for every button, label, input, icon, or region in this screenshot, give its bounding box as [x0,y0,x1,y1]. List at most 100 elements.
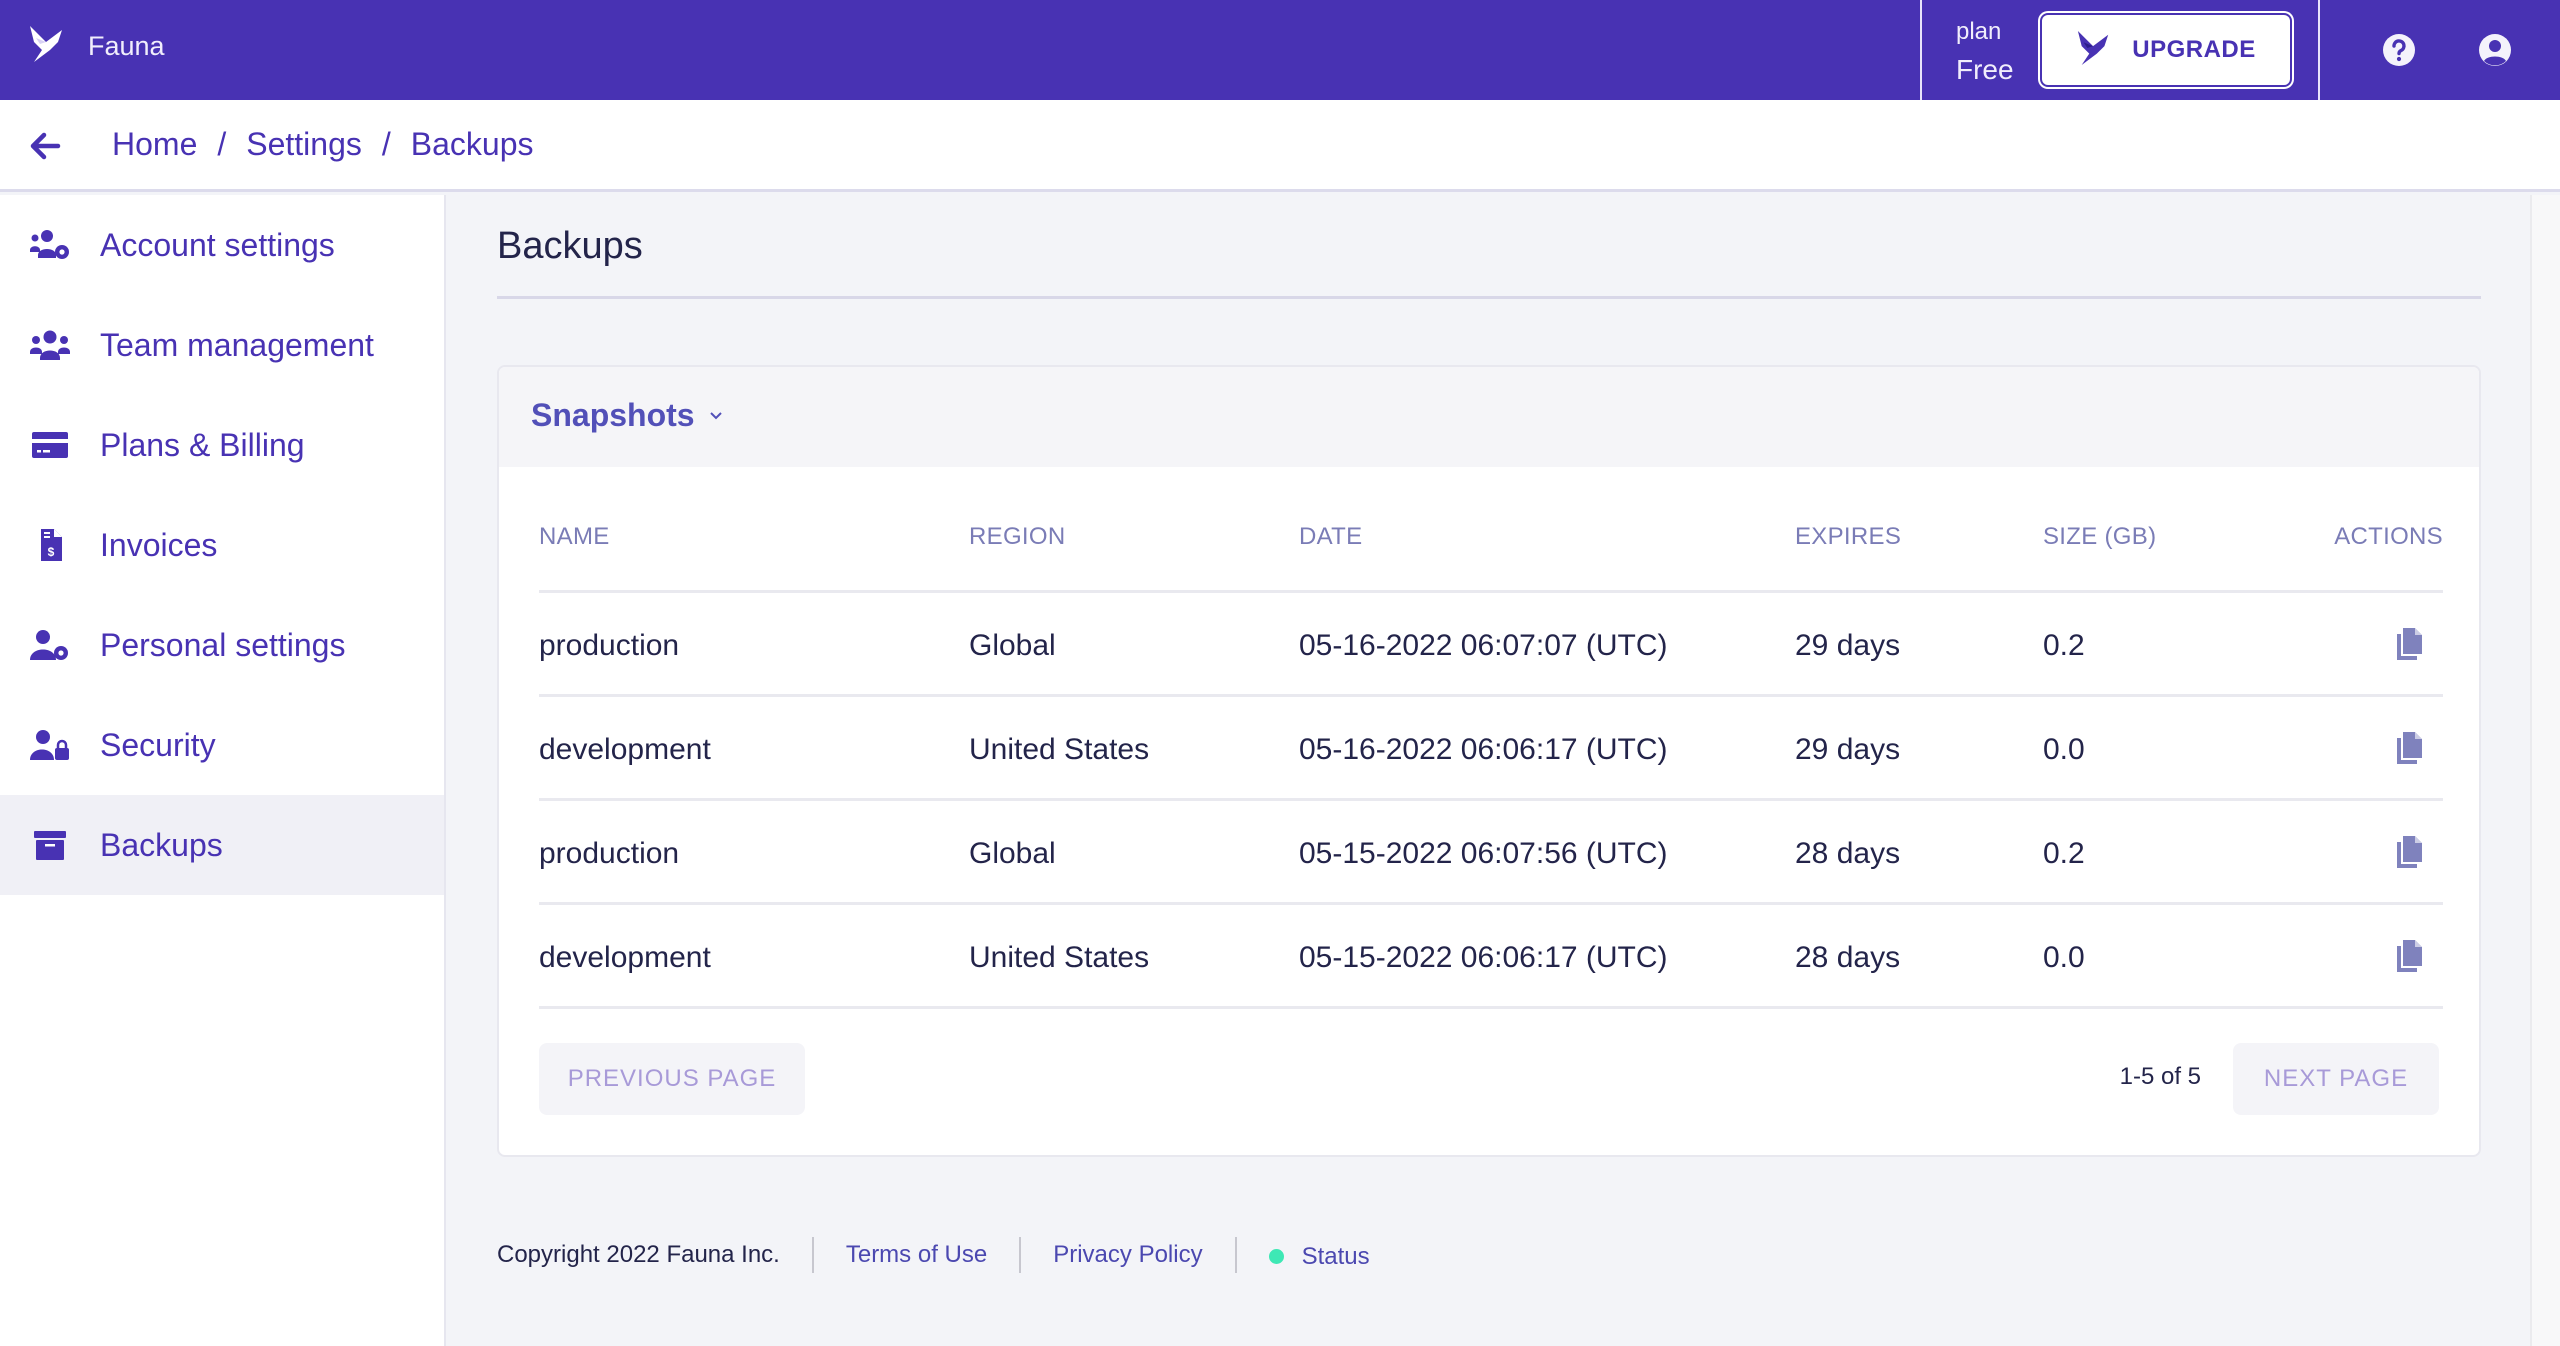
column-header-actions: ACTIONS [2334,523,2443,550]
upgrade-label: UPGRADE [2132,36,2256,63]
sidebar-item-plans-billing[interactable]: Plans & Billing [0,395,444,495]
help-circle-icon [2383,34,2415,66]
table-row: development United States 05-15-2022 06:… [539,905,2443,1009]
breadcrumb-bar: Home / Settings / Backups [0,100,2560,192]
archive-box-icon [28,827,72,863]
sidebar-item-backups[interactable]: Backups [0,795,444,895]
cell-name: production [539,629,680,662]
users-icon [28,327,72,363]
app-logo[interactable]: Fauna [28,24,165,69]
breadcrumb-separator: / [217,126,227,162]
cell-name: production [539,837,680,870]
app-name: Fauna [88,31,165,61]
copy-icon [2397,836,2422,868]
plan-section: plan Free UPGRADE [1920,0,2320,100]
user-lock-icon [28,727,72,763]
sidebar-item-team-management[interactable]: Team management [0,295,444,395]
copy-icon [2397,628,2422,660]
copy-snapshot-button[interactable] [2395,939,2423,973]
sidebar-item-account-settings[interactable]: Account settings [0,195,444,295]
sidebar-item-label: Backups [100,826,223,863]
account-button[interactable] [2478,33,2512,67]
sidebar-item-label: Plans & Billing [100,426,305,463]
copy-icon [2397,732,2422,764]
sidebar-item-label: Team management [100,326,374,363]
cell-date: 05-15-2022 06:06:17 (UTC) [1299,941,1668,974]
help-button[interactable] [2382,33,2416,67]
arrow-left-icon [30,132,61,160]
sidebar-item-invoices[interactable]: $ Invoices [0,495,444,595]
cell-expires: 29 days [1795,629,1901,662]
table-row: development United States 05-16-2022 06:… [539,697,2443,801]
back-button[interactable] [28,130,62,162]
cell-date: 05-16-2022 06:06:17 (UTC) [1299,733,1668,766]
credit-card-icon [28,427,72,463]
chevron-down-icon [709,411,722,419]
fauna-bird-icon [28,24,66,69]
cell-region: Global [969,629,1056,662]
column-header-expires[interactable]: EXPIRES [1795,523,1901,551]
user-circle-icon [2479,34,2511,66]
cell-region: United States [969,733,1150,766]
breadcrumb-home[interactable]: Home [112,126,197,163]
plan-label: plan [1956,18,2002,45]
column-header-region[interactable]: REGION [969,523,1065,551]
terms-of-use-link[interactable]: Terms of Use [846,1241,987,1269]
sidebar-item-security[interactable]: Security [0,695,444,795]
cell-expires: 29 days [1795,733,1901,766]
table-header: NAME REGION DATE EXPIRES SIZE (GB) ACTIO… [539,467,2443,593]
snapshots-table: NAME REGION DATE EXPIRES SIZE (GB) ACTIO… [539,467,2443,1009]
footer-divider [811,1237,814,1273]
sidebar-item-personal-settings[interactable]: Personal settings [0,595,444,695]
cell-expires: 28 days [1795,837,1901,870]
footer-divider [1019,1237,1022,1273]
copy-snapshot-button[interactable] [2395,627,2423,661]
copy-snapshot-button[interactable] [2395,731,2423,765]
cell-name: development [539,941,711,974]
panel-header: Snapshots [499,367,2479,467]
settings-sidebar: Account settings Team management Plans &… [0,195,446,1346]
svg-text:$: $ [48,545,55,559]
sidebar-item-label: Personal settings [100,626,346,663]
column-header-name[interactable]: NAME [539,523,610,551]
breadcrumb-separator: / [381,126,391,162]
users-cog-icon [28,227,72,263]
next-page-button[interactable]: NEXT PAGE [2233,1043,2439,1115]
pagination-range: 1-5 of 5 [2119,1063,2201,1090]
footer-divider [1234,1237,1237,1273]
user-cog-icon [28,627,72,663]
snapshots-dropdown[interactable]: Snapshots [531,397,723,434]
cell-date: 05-15-2022 06:07:56 (UTC) [1299,837,1668,870]
status-link[interactable]: Status [1302,1243,1370,1271]
breadcrumb-backups[interactable]: Backups [411,126,534,163]
fauna-bird-icon [2076,28,2132,73]
column-header-size[interactable]: SIZE (GB) [2043,523,2156,551]
breadcrumb-settings[interactable]: Settings [246,126,362,163]
footer: Copyright 2022 Fauna Inc. Terms of Use P… [497,1235,1370,1275]
cell-size: 0.2 [2043,629,2085,662]
page-title: Backups [497,225,643,267]
sidebar-item-label: Invoices [100,526,218,563]
table-row: production Global 05-15-2022 06:07:56 (U… [539,801,2443,905]
column-header-date[interactable]: DATE [1299,523,1362,551]
table-row: production Global 05-16-2022 06:07:07 (U… [539,593,2443,697]
title-divider [497,296,2481,299]
sidebar-item-label: Account settings [100,226,335,263]
privacy-policy-link[interactable]: Privacy Policy [1053,1241,1202,1269]
cell-size: 0.2 [2043,837,2085,870]
cell-date: 05-16-2022 06:07:07 (UTC) [1299,629,1668,662]
invoice-dollar-icon: $ [28,527,72,563]
plan-value: Free [1956,54,2014,85]
cell-size: 0.0 [2043,941,2085,974]
cell-name: development [539,733,711,766]
previous-page-button[interactable]: PREVIOUS PAGE [539,1043,805,1115]
cell-region: Global [969,837,1056,870]
copyright-text: Copyright 2022 Fauna Inc. [497,1241,780,1268]
copy-icon [2397,940,2422,972]
vertical-scrollbar[interactable] [2530,195,2560,1346]
upgrade-button[interactable]: UPGRADE [2042,15,2290,85]
status-indicator-icon [1268,1248,1284,1264]
snapshots-label: Snapshots [531,397,695,433]
copy-snapshot-button[interactable] [2395,835,2423,869]
cell-expires: 28 days [1795,941,1901,974]
